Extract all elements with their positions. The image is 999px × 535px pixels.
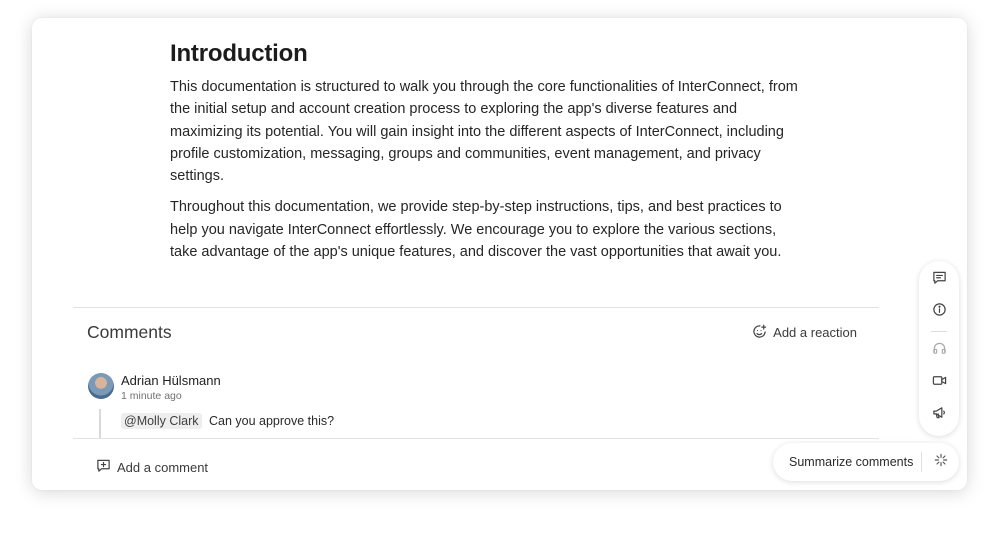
comments-toggle-button[interactable] bbox=[927, 268, 951, 292]
add-comment-button[interactable]: Add a comment bbox=[96, 458, 208, 476]
comment-plus-icon bbox=[96, 458, 111, 476]
video-button[interactable] bbox=[927, 371, 951, 395]
summarize-comments-button[interactable]: Summarize comments bbox=[773, 455, 921, 469]
comment-body: @Molly Clark Can you approve this? bbox=[99, 409, 334, 439]
comments-title: Comments bbox=[87, 322, 172, 342]
document-content: Introduction This documentation is struc… bbox=[170, 40, 800, 272]
comment-timestamp: 1 minute ago bbox=[121, 390, 182, 402]
comment-text: Can you approve this? bbox=[208, 414, 335, 428]
comment-author: Adrian Hülsmann bbox=[121, 373, 221, 388]
add-reaction-button[interactable]: Add a reaction bbox=[752, 324, 857, 342]
document-card: Introduction This documentation is struc… bbox=[32, 18, 967, 490]
add-comment-label: Add a comment bbox=[117, 459, 209, 475]
comments-header: Comments Add a reaction bbox=[87, 322, 857, 343]
info-button[interactable] bbox=[927, 300, 951, 324]
comment-icon bbox=[932, 270, 947, 290]
comment-meta: Adrian Hülsmann 1 minute ago bbox=[121, 373, 221, 403]
headset-icon bbox=[932, 341, 947, 361]
document-title: Introduction bbox=[170, 40, 308, 67]
smiley-plus-icon bbox=[752, 324, 767, 342]
document-paragraph: Throughout this documentation, we provid… bbox=[170, 199, 782, 261]
divider bbox=[73, 438, 879, 439]
megaphone-icon bbox=[932, 405, 947, 425]
headset-button[interactable] bbox=[927, 339, 951, 363]
summarize-comments-pill: Summarize comments bbox=[773, 443, 959, 481]
side-toolbar bbox=[919, 261, 959, 436]
avatar bbox=[88, 373, 114, 399]
user-mention[interactable]: @Molly Clark bbox=[121, 413, 202, 429]
info-icon bbox=[932, 302, 947, 322]
toolbar-separator bbox=[931, 331, 947, 332]
document-paragraph: This documentation is structured to walk… bbox=[170, 79, 798, 185]
announce-button[interactable] bbox=[927, 403, 951, 427]
video-icon bbox=[932, 373, 947, 393]
add-reaction-label: Add a reaction bbox=[773, 325, 857, 340]
comment-item: Adrian Hülsmann 1 minute ago bbox=[88, 373, 221, 403]
ai-button[interactable] bbox=[922, 453, 959, 472]
comments-section: Comments Add a reaction Adrian Hülsmann bbox=[73, 307, 879, 490]
sparkle-icon bbox=[934, 453, 948, 472]
